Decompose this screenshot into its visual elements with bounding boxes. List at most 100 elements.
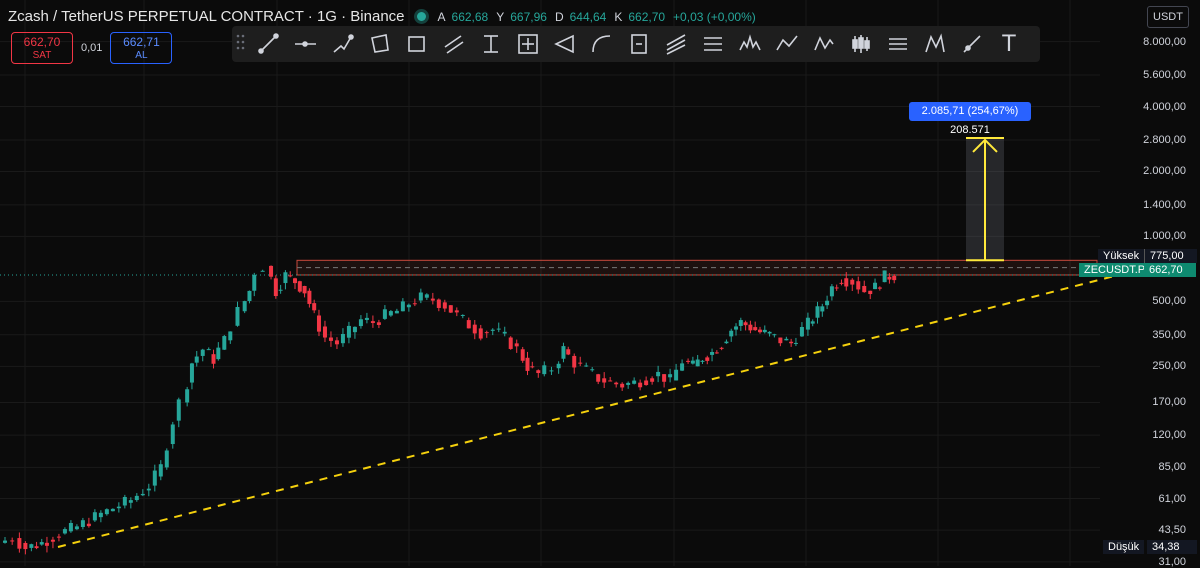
parallel-channel-icon[interactable] <box>441 31 467 57</box>
candle-body <box>825 300 830 306</box>
resistance-zone[interactable] <box>0 259 1098 276</box>
candle-body <box>602 378 607 383</box>
ohlc-high-value: 667,96 <box>510 9 547 24</box>
candle-body <box>436 299 441 308</box>
candle-body <box>877 287 882 289</box>
candle-body <box>430 298 435 301</box>
y-tick-label: 1.000,00 <box>1143 230 1186 243</box>
candle-body <box>484 332 489 334</box>
candle-body <box>620 383 625 388</box>
candle-body <box>86 523 91 527</box>
candle-body <box>784 338 789 341</box>
y-tick-label: 2.000,00 <box>1143 165 1186 178</box>
candle-body <box>400 301 405 312</box>
head-shoulders-icon[interactable] <box>737 31 763 57</box>
symbol-title[interactable]: Zcash / TetherUS PERPETUAL CONTRACT · 1G… <box>8 8 405 25</box>
candle-body <box>206 349 211 351</box>
y-tick-label: 500,00 <box>1152 295 1186 308</box>
spread-value: 0,01 <box>81 42 103 54</box>
arc-icon[interactable] <box>589 31 615 57</box>
candle-body <box>743 322 748 326</box>
ascending-trendline[interactable] <box>57 271 1131 548</box>
y-tick-label: 120,00 <box>1152 429 1186 442</box>
candlestick-series <box>3 265 897 555</box>
high-tag-label: Yüksek <box>1098 249 1145 263</box>
candle-body <box>211 354 216 364</box>
candle-body <box>128 500 133 503</box>
candle-body <box>738 320 743 326</box>
currency-selector[interactable]: USDT <box>1147 6 1189 28</box>
pattern-icon[interactable] <box>811 31 837 57</box>
fib-timezone-icon[interactable] <box>700 31 726 57</box>
price-range-icon[interactable] <box>478 31 504 57</box>
candle-body <box>525 357 530 371</box>
candle-body <box>508 337 513 349</box>
candle-body <box>799 326 804 337</box>
candle-body <box>134 495 139 501</box>
candle-body <box>293 278 298 284</box>
candle-body <box>200 349 205 356</box>
candle-body <box>753 327 758 331</box>
fib-channel-icon[interactable] <box>663 31 689 57</box>
candle-body <box>388 311 393 316</box>
chart-grid <box>0 0 1100 566</box>
polygon-icon[interactable] <box>367 31 393 57</box>
ohlc-close-value: 662,70 <box>628 9 666 24</box>
candle-body <box>729 330 734 337</box>
path-icon[interactable] <box>330 31 356 57</box>
candle-body <box>418 292 423 301</box>
horizontal-ray-icon[interactable] <box>293 31 319 57</box>
y-tick-label: 4.000,00 <box>1143 100 1186 113</box>
date-price-range-icon[interactable] <box>515 31 541 57</box>
candle-body <box>656 371 661 377</box>
candle-body <box>92 512 97 521</box>
candle-body <box>322 326 327 338</box>
sell-button[interactable]: 662,70 SAT <box>11 32 73 64</box>
candle-body <box>644 380 649 386</box>
candle-body <box>868 290 873 295</box>
candle-body <box>584 365 589 367</box>
candle-body <box>352 326 357 333</box>
rectangle-icon[interactable] <box>404 31 430 57</box>
candle-body <box>302 285 307 294</box>
text-tool-icon[interactable]: T <box>996 31 1022 57</box>
candle-body <box>626 382 631 385</box>
candle-body <box>104 509 109 515</box>
zigzag-icon[interactable] <box>774 31 800 57</box>
candle-body <box>412 303 417 305</box>
high-tag-value: 775,00 <box>1144 249 1197 263</box>
ray-icon[interactable] <box>959 31 985 57</box>
candle-body <box>44 542 49 546</box>
candle-body <box>680 363 685 371</box>
candle-body <box>632 380 637 384</box>
toolbar-grip-icon[interactable] <box>236 33 250 56</box>
candle-body <box>734 326 739 330</box>
bars-pattern-icon[interactable] <box>885 31 911 57</box>
candle-body <box>189 363 194 383</box>
ohlc-high-key: Y <box>496 9 505 24</box>
candle-body <box>839 282 844 284</box>
candle-body <box>10 540 15 542</box>
candle-body <box>297 281 302 292</box>
long-position-icon[interactable] <box>626 31 652 57</box>
candle-body <box>561 346 566 359</box>
candle-body <box>164 450 169 468</box>
pitchfork-icon[interactable] <box>552 31 578 57</box>
ohlc-change: +0,03 (+0,00%) <box>673 9 756 24</box>
low-tag-value: 34,38 <box>1147 540 1197 554</box>
buy-button[interactable]: 662,71 AL <box>110 32 173 64</box>
candle-body <box>566 349 571 355</box>
sell-price: 662,70 <box>23 35 61 49</box>
candle-body <box>312 303 317 311</box>
candle-body <box>56 536 61 538</box>
candle-body <box>29 544 34 548</box>
price-range-measure[interactable] <box>966 136 1004 262</box>
candles-icon[interactable] <box>848 31 874 57</box>
candle-body <box>122 496 127 506</box>
sell-label: SAT <box>32 50 52 61</box>
xabcd-pattern-icon[interactable] <box>922 31 948 57</box>
trend-line-icon[interactable] <box>256 31 282 57</box>
y-tick-label: 8.000,00 <box>1143 35 1186 48</box>
candle-body <box>170 424 175 445</box>
price-chart[interactable] <box>0 0 1200 566</box>
